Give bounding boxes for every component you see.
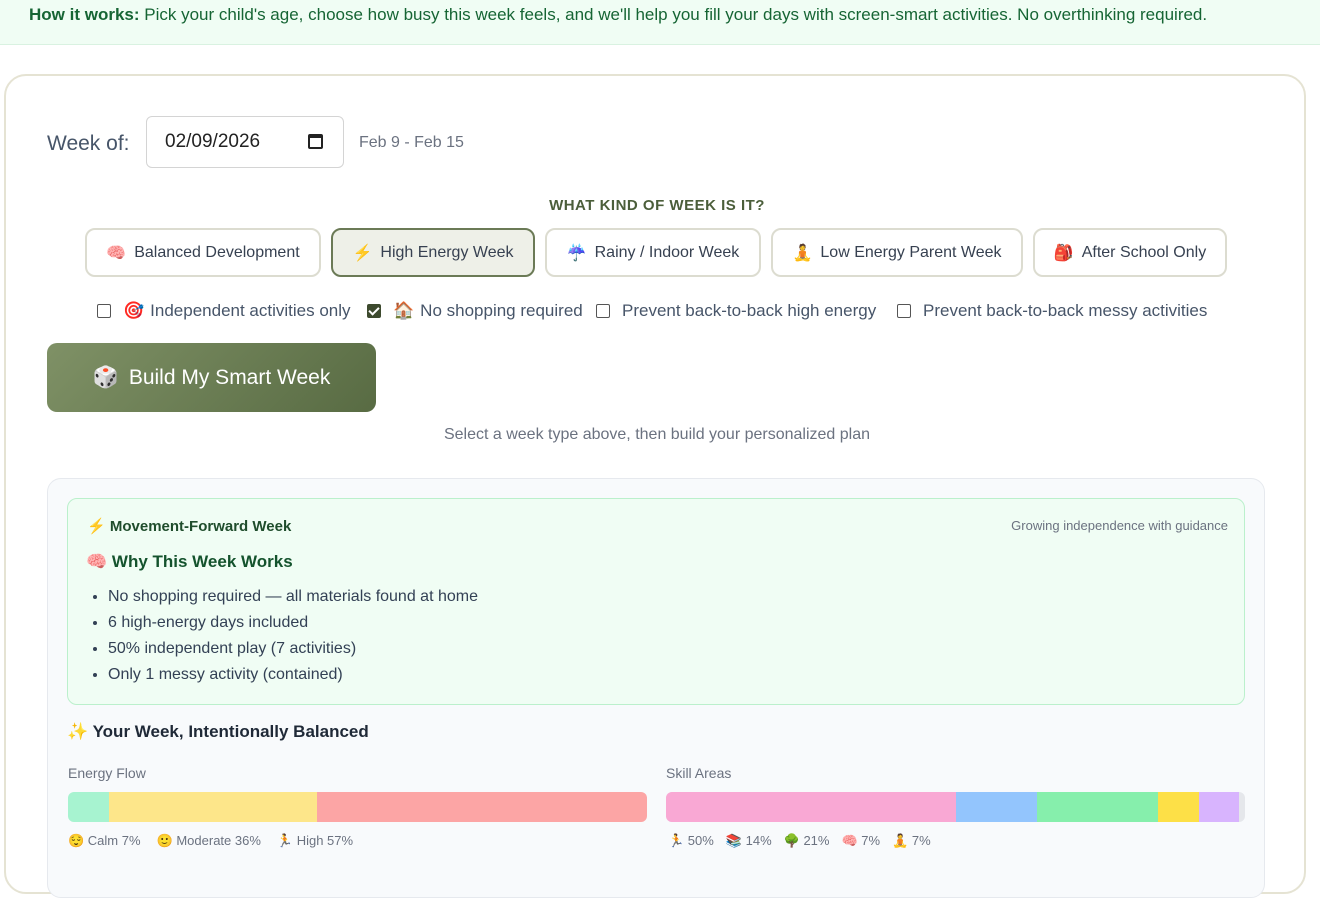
independent-checkbox[interactable] (97, 304, 111, 318)
week-type-label: Balanced Development (134, 243, 300, 261)
week-type-label: After School Only (1081, 243, 1207, 261)
week-date-input[interactable]: 02/09/2026 (146, 116, 344, 168)
build-hint: Select a week type above, then build you… (443, 426, 871, 443)
energy-flow-label: Energy Flow (68, 765, 146, 781)
target-icon: 🎯 (123, 301, 145, 320)
week-subtitle: Growing independence with guidance (1011, 518, 1228, 533)
week-type-label: Rainy / Indoor Week (594, 243, 740, 261)
filter-no-back-to-back-messy[interactable]: Prevent back-to-back messy activities (897, 301, 1207, 321)
bar-segment (316, 792, 647, 822)
week-of-label: Week of: (47, 132, 130, 155)
backpack-icon: 🎒 (1053, 244, 1074, 262)
legend-item: 🌳 21% (783, 833, 830, 848)
bar-segment (68, 792, 109, 822)
week-type-label: High Energy Week (380, 243, 514, 261)
why-point: 50% independent play (7 activities) (108, 640, 478, 666)
week-plan-panel: ⚡ Movement-Forward Week Growing independ… (47, 478, 1265, 898)
balance-title-text: Your Week, Intentionally Balanced (92, 722, 369, 741)
week-type-label: Low Energy Parent Week (820, 243, 1002, 261)
bar-segment (108, 792, 317, 822)
week-tag-label: Movement-Forward Week (109, 518, 292, 535)
bar-segment (666, 792, 956, 822)
week-type-after-school[interactable]: 🎒 After School Only (1033, 228, 1227, 277)
why-title: 🧠 Why This Week Works (86, 552, 293, 572)
legend-item: 📚 14% (725, 833, 772, 848)
week-tag: ⚡ Movement-Forward Week (87, 517, 291, 535)
bar-segment (1198, 792, 1240, 822)
energy-legend: 😌 Calm 7% 🙂 Moderate 36% 🏃 High 57% (68, 833, 353, 849)
why-point: 6 high-energy days included (108, 614, 478, 640)
dice-icon: 🎲 (92, 365, 119, 389)
why-this-week-box: ⚡ Movement-Forward Week Growing independ… (67, 498, 1245, 705)
calendar-icon[interactable] (308, 134, 323, 149)
legend-item: 🏃 50% (668, 833, 714, 848)
lightning-icon: ⚡ (352, 244, 373, 262)
date-value: 02/09/2026 (165, 131, 261, 152)
filter-label: Prevent back-to-back high energy (622, 301, 877, 320)
why-title-text: Why This Week Works (111, 552, 293, 571)
sparkles-icon: ✨ (67, 722, 89, 741)
filter-label: Independent activities only (150, 301, 351, 320)
skill-areas-bar (666, 792, 1245, 822)
build-button-label: Build My Smart Week (128, 365, 331, 389)
week-type-rainy[interactable]: ☔ Rainy / Indoor Week (545, 228, 761, 277)
date-range: Feb 9 - Feb 15 (359, 134, 464, 151)
why-points: No shopping required — all materials fou… (108, 588, 478, 692)
back-to-back-messy-checkbox[interactable] (897, 304, 911, 318)
legend-item: 🙂 Moderate 36% (156, 833, 261, 848)
banner-text: Pick your child's age, choose how busy t… (139, 5, 1208, 24)
week-type-question: WHAT KIND OF WEEK IS IT? (549, 197, 765, 214)
no-shopping-checkbox[interactable] (367, 304, 381, 318)
filter-independent[interactable]: 🎯 Independent activities only (97, 301, 351, 321)
balance-title: ✨ Your Week, Intentionally Balanced (67, 722, 369, 742)
bar-segment (1158, 792, 1199, 822)
how-it-works-banner: How it works: Pick your child's age, cho… (0, 0, 1320, 45)
build-week-button[interactable]: 🎲 Build My Smart Week (47, 343, 376, 412)
filter-no-shopping[interactable]: 🏠 No shopping required (367, 301, 583, 321)
back-to-back-energy-checkbox[interactable] (596, 304, 610, 318)
skills-legend: 🏃 50% 📚 14% 🌳 21% 🧠 7% 🧘 7% (668, 833, 931, 849)
banner-lead: How it works: (29, 5, 140, 24)
planner-card: Week of: 02/09/2026 Feb 9 - Feb 15 WHAT … (4, 74, 1306, 898)
filter-label: Prevent back-to-back messy activities (923, 301, 1208, 320)
bar-segment (955, 792, 1037, 822)
filter-no-back-to-back-energy[interactable]: Prevent back-to-back high energy (596, 301, 876, 321)
legend-item: 🧘 7% (892, 833, 931, 848)
meditation-icon: 🧘 (792, 244, 813, 262)
week-type-balanced[interactable]: 🧠 Balanced Development (85, 228, 321, 277)
week-type-high-energy[interactable]: ⚡ High Energy Week (331, 228, 535, 277)
house-icon: 🏠 (393, 301, 415, 320)
energy-flow-bar (68, 792, 647, 822)
legend-item: 🏃 High 57% (276, 833, 354, 848)
legend-item: 😌 Calm 7% (68, 833, 141, 848)
skill-areas-label: Skill Areas (666, 765, 732, 781)
lightning-icon: ⚡ (87, 518, 106, 535)
filter-label: No shopping required (420, 301, 583, 320)
rain-cloud-icon: ☔ (566, 244, 587, 262)
legend-item: 🧠 7% (841, 833, 881, 848)
why-point: Only 1 messy activity (contained) (108, 666, 478, 692)
brain-icon: 🧠 (86, 552, 108, 571)
why-point: No shopping required — all materials fou… (108, 588, 478, 614)
week-type-low-energy-parent[interactable]: 🧘 Low Energy Parent Week (771, 228, 1023, 277)
brain-icon: 🧠 (106, 244, 127, 262)
bar-segment (1036, 792, 1159, 822)
